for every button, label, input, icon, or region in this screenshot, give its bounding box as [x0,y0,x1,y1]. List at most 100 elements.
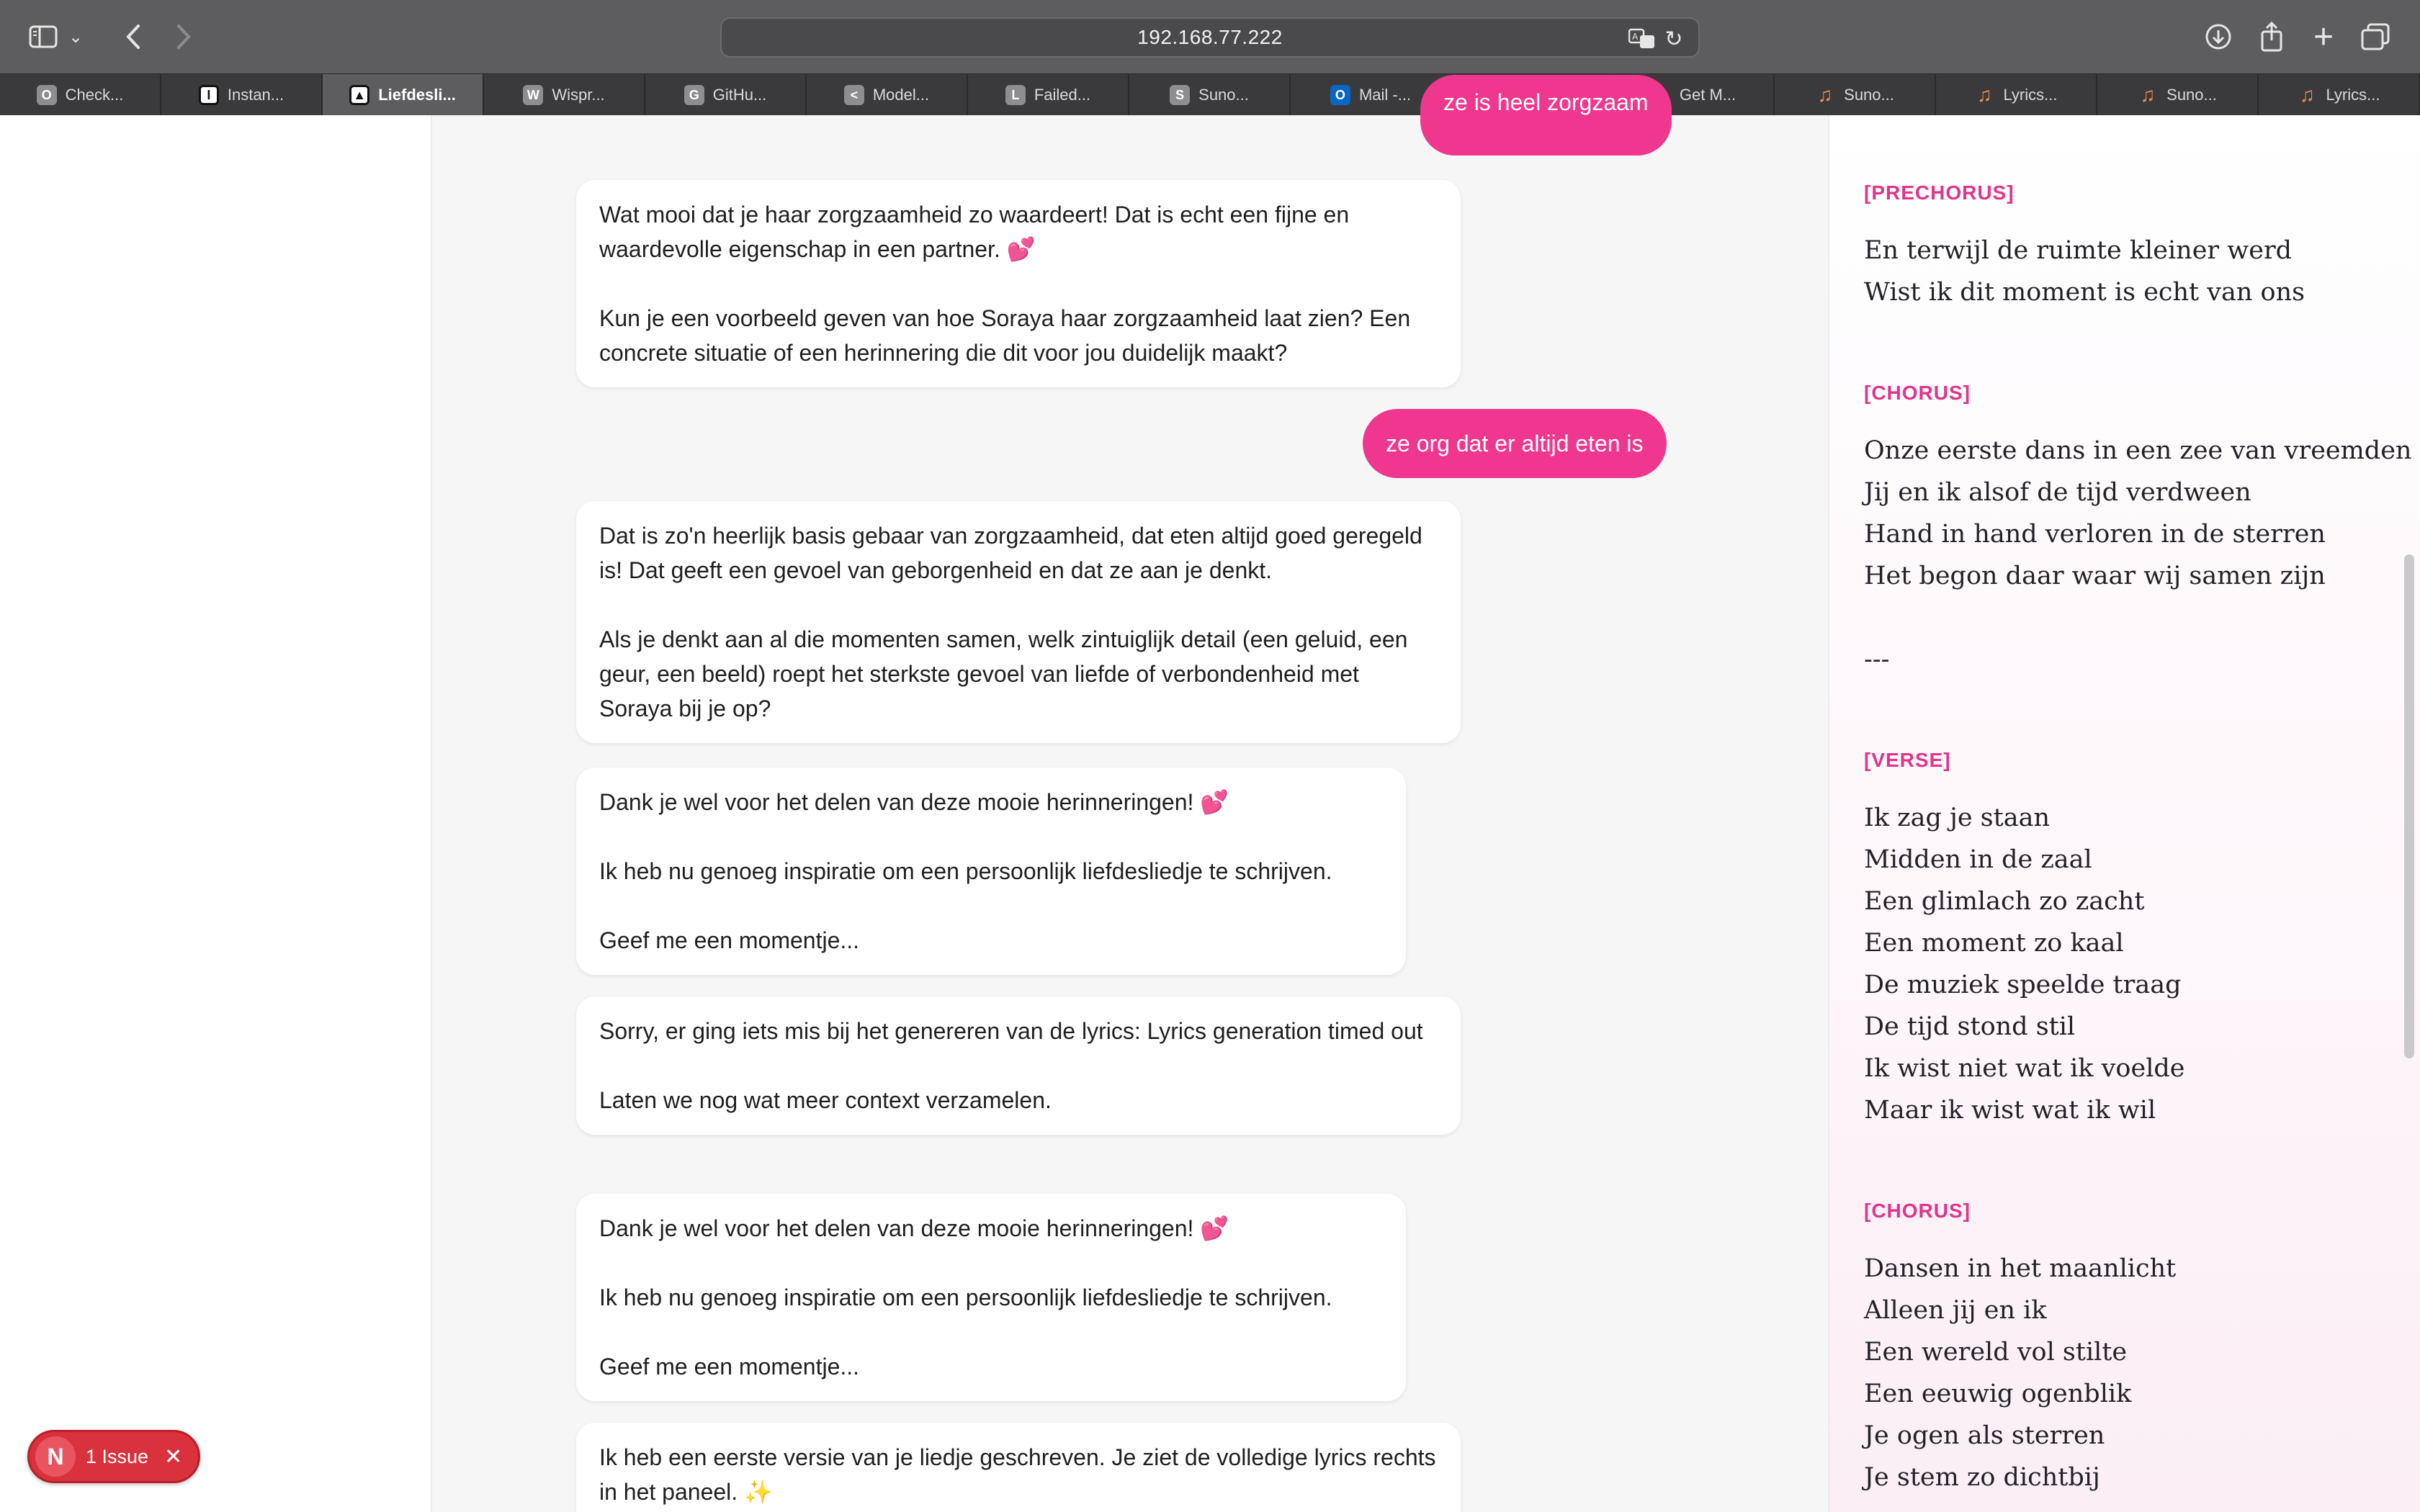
lyric-line: Wist ik dit moment is echt van ons [1864,278,2305,307]
lyric-line: Ik zag je staan [1864,804,2050,832]
message-paragraph: Ik heb een eerste versie van je liedje g… [599,1444,1436,1505]
section-label: [PRECHORUS] [1864,181,2015,204]
share-icon[interactable] [2250,16,2293,58]
section-label: [CHORUS] [1864,382,1971,404]
tab-label: Failed... [1034,86,1091,104]
translate-icon[interactable]: A [1628,24,1657,53]
chat-message-assistant: Wat mooi dat je haar zorgzaamheid zo waa… [576,180,1461,387]
tab-favicon-icon: L [1005,85,1026,105]
tab-label: Instan... [227,86,284,104]
tab-label: Liefdesli... [378,86,456,104]
message-paragraph: Ik heb nu genoeg inspiratie om een perso… [599,1284,1332,1310]
tab-label: Suno... [1198,86,1249,104]
url-text: 192.168.77.222 [1137,26,1283,48]
tab-label: Model... [872,86,930,104]
tab-favicon-icon: ♫ [2140,84,2156,106]
tab-label: Lyrics... [2326,86,2380,104]
lyric-line: Jij en ik alsof de tijd verdween [1864,478,2251,507]
browser-tab[interactable]: I Instan... [161,74,323,116]
plus-icon[interactable]: + [2302,16,2345,58]
sidebar-icon[interactable] [22,16,65,58]
tab-label: Mail -... [1358,86,1412,104]
tabs-overview-icon[interactable] [2354,16,2397,58]
message-paragraph: Wat mooi dat je haar zorgzaamheid zo waa… [599,202,1350,262]
page-content: ze is heel zorgzaam Wat mooi dat je haar… [0,75,2420,1512]
chat-message-assistant: Sorry, er ging iets mis bij het generere… [576,996,1461,1135]
message-paragraph: Sorry, er ging iets mis bij het generere… [599,1018,1423,1044]
tab-label: GitHu... [712,86,767,104]
browser-tab[interactable]: S Suno... [1129,74,1291,116]
browser-tab[interactable]: ♫ Lyrics... [1936,74,2097,116]
tab-favicon-icon: ♫ [1817,84,1833,106]
lyric-line: De tijd stond stil [1864,1012,2076,1041]
download-icon[interactable] [2197,16,2240,58]
browser-tab[interactable]: ♫ Suno... [1775,74,1936,116]
lyric-line: Een eeuwig ogenblik [1864,1380,2132,1408]
browser-tab[interactable]: L Failed... [968,74,1129,116]
chat-message-assistant: Dank je wel voor het delen van deze mooi… [576,1194,1406,1401]
message-paragraph: Laten we nog wat meer context verzamelen… [599,1087,1052,1113]
chat-message-assistant: Dank je wel voor het delen van deze mooi… [576,768,1406,975]
browser-tab[interactable]: W Wispr... [484,74,645,116]
svg-text:A: A [1632,32,1639,42]
tab-label: Check... [65,86,124,104]
tab-favicon-icon: ♫ [2300,84,2315,106]
reload-icon[interactable]: ↻ [1659,24,1688,53]
message-paragraph: Geef me een momentje... [599,927,860,953]
browser-tab[interactable]: ♫ Lyrics... [2259,74,2420,116]
lyric-line: Ik wist niet wat ik voelde [1864,1054,2185,1083]
tab-label: Get M... [1679,86,1736,104]
chevron-right-icon[interactable] [162,16,205,58]
tab-favicon-icon: W [523,85,544,105]
chat-message-assistant: Dat is zo'n heerlijk basis gebaar van zo… [576,501,1461,743]
lyric-line: Je stem zo dichtbij [1864,1463,2100,1492]
message-text: ze org dat er altijd eten is [1386,430,1644,456]
lyric-separator: --- [1864,645,1890,674]
tab-favicon-icon: < [843,85,864,105]
tab-favicon-icon: I [198,85,219,105]
tab-label: Suno... [2166,86,2217,104]
browser-tab[interactable]: O Check... [0,74,161,116]
message-paragraph: Dank je wel voor het delen van deze mooi… [599,789,1229,815]
chat-message-assistant: Ik heb een eerste versie van je liedje g… [576,1423,1461,1512]
lyric-line: Alleen jij en ik [1864,1296,2047,1325]
message-paragraph: Dat is zo'n heerlijk basis gebaar van zo… [599,523,1422,583]
lyric-line: Hand in hand verloren in de sterren [1864,520,2326,549]
close-icon[interactable]: ✕ [164,1444,182,1470]
tab-label: Wispr... [552,86,605,104]
message-text: ze is heel zorgzaam [1443,89,1649,115]
message-paragraph: Als je denkt aan al die momenten samen, … [599,626,1408,721]
tab-favicon-icon: O [1330,85,1350,105]
browser-toolbar: ⌄ 192.168.77.222 A ↻ + [0,0,2420,73]
lyric-line: En terwijl de ruimte kleiner werd [1864,236,2293,265]
browser-tab[interactable]: < Model... [807,74,968,116]
tab-favicon-icon: ▲ [349,85,370,105]
chat-message-user: ze is heel zorgzaam [1420,75,1672,156]
lyric-line: Het begon daar waar wij samen zijn [1864,562,2326,590]
chat-message-user: ze org dat er altijd eten is [1363,409,1667,478]
chevron-left-icon[interactable] [112,16,155,58]
lyric-line: Dansen in het maanlicht [1864,1254,2177,1283]
lyrics-scrollbar[interactable] [2404,554,2414,1058]
tab-favicon-icon: S [1170,85,1191,105]
lyric-line: Midden in de zaal [1864,845,2092,874]
lyric-line: Je ogen als sterren [1864,1421,2105,1450]
address-bar[interactable]: 192.168.77.222 A ↻ [720,17,1700,58]
section-label: [VERSE] [1864,749,1951,771]
section-label: [CHORUS] [1864,1200,1971,1222]
message-paragraph: Kun je een voorbeeld geven van hoe Soray… [599,305,1411,366]
message-paragraph: Geef me een momentje... [599,1354,860,1380]
tab-favicon-icon: O [36,85,57,105]
issue-count-label: 1 Issue [86,1445,149,1467]
lyric-line: De muziek speelde traag [1864,971,2182,999]
lyric-line: Onze eerste dans in een zee van vreemden [1864,436,2412,465]
lyric-line: Maar ik wist wat ik wil [1864,1096,2156,1125]
chevron-down-icon[interactable]: ⌄ [65,16,86,58]
browser-tab[interactable]: G GitHu... [645,74,807,116]
tab-bar: O Check... I Instan... ▲ Liefdesli... W Wispr..… [0,73,2420,116]
issue-badge[interactable]: N 1 Issue ✕ [27,1430,200,1483]
browser-tab[interactable]: ♫ Suno... [2097,74,2259,116]
lyric-line: Een glimlach zo zacht [1864,887,2145,916]
message-paragraph: Ik heb nu genoeg inspiratie om een perso… [599,858,1332,884]
browser-tab[interactable]: ▲ Liefdesli... [323,74,484,116]
